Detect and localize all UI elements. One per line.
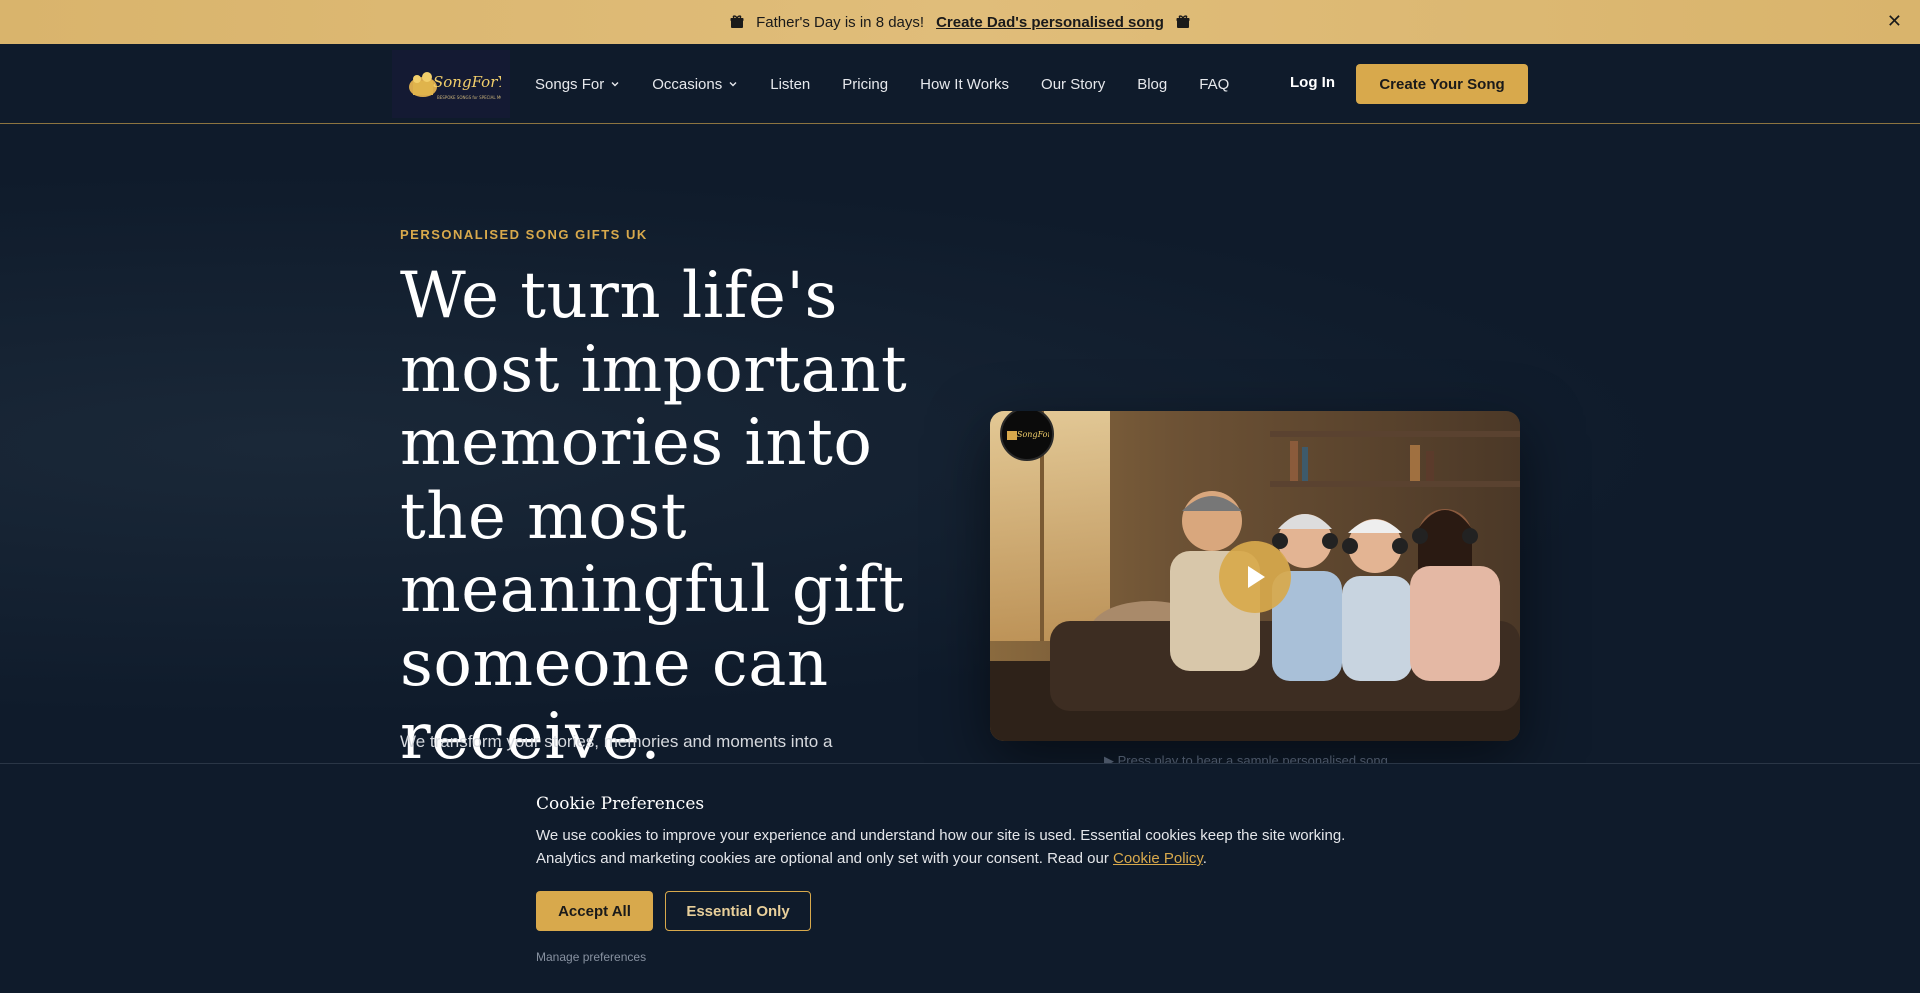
chevron-down-icon xyxy=(729,82,737,87)
nav-listen[interactable]: Listen xyxy=(770,76,810,93)
nav-blog[interactable]: Blog xyxy=(1137,76,1167,93)
main-nav: SongForYou BESPOKE SONGS for SPECIAL MOM… xyxy=(0,44,1920,124)
cookie-text: We use cookies to improve your experienc… xyxy=(536,827,1346,867)
site-logo[interactable]: SongForYou BESPOKE SONGS for SPECIAL MOM… xyxy=(392,50,510,118)
hero-headline: We turn life's most important memories i… xyxy=(400,259,908,774)
nav-occasions[interactable]: Occasions xyxy=(652,76,738,93)
hero-section: PERSONALISED SONG GIFTS UK We turn life'… xyxy=(0,125,1920,774)
cookie-body: We use cookies to improve your experienc… xyxy=(536,827,1346,867)
cookie-policy-link[interactable]: Cookie Policy xyxy=(1113,850,1203,867)
announcement-text: Father's Day is in 8 days! xyxy=(756,13,925,31)
nav-songs-for[interactable]: Songs For xyxy=(535,76,620,93)
hero-subtext: We transform your stories, memories and … xyxy=(400,732,833,751)
nav-links: Songs For Occasions Listen Pricing How I… xyxy=(535,44,1229,124)
essential-only-button[interactable]: Essential Only xyxy=(665,891,811,931)
create-song-button[interactable]: Create Your Song xyxy=(1356,64,1528,104)
svg-text:BESPOKE SONGS for SPECIAL MOME: BESPOKE SONGS for SPECIAL MOMENTS xyxy=(437,95,501,100)
nav-faq[interactable]: FAQ xyxy=(1199,76,1229,93)
login-link[interactable]: Log In xyxy=(1290,74,1335,91)
gift-icon xyxy=(1176,15,1190,29)
manage-preferences-link[interactable]: Manage preferences xyxy=(536,950,646,964)
nav-our-story[interactable]: Our Story xyxy=(1041,76,1105,93)
announcement-link[interactable]: Create Dad's personalised song xyxy=(936,14,1164,31)
announcement-bar: Father's Day is in 8 days! Create Dad's … xyxy=(0,0,1920,44)
gift-icon xyxy=(730,15,744,29)
cookie-title: Cookie Preferences xyxy=(536,794,705,814)
svg-text:SongFor: SongFor xyxy=(1017,430,1049,439)
nav-how-it-works[interactable]: How It Works xyxy=(920,76,1009,93)
nav-label: Occasions xyxy=(652,75,723,93)
sample-video[interactable]: SongFor xyxy=(990,411,1520,741)
accept-all-button[interactable]: Accept All xyxy=(536,891,653,931)
nav-pricing[interactable]: Pricing xyxy=(842,76,888,93)
hero-eyebrow: PERSONALISED SONG GIFTS UK xyxy=(400,227,648,242)
nav-label: Songs For xyxy=(535,75,605,93)
cookie-banner: Cookie Preferences We use cookies to imp… xyxy=(0,763,1920,993)
close-icon[interactable]: ✕ xyxy=(1887,12,1902,30)
play-icon[interactable] xyxy=(1219,541,1291,613)
chevron-down-icon xyxy=(611,82,619,87)
svg-text:SongForYou: SongForYou xyxy=(433,73,501,91)
